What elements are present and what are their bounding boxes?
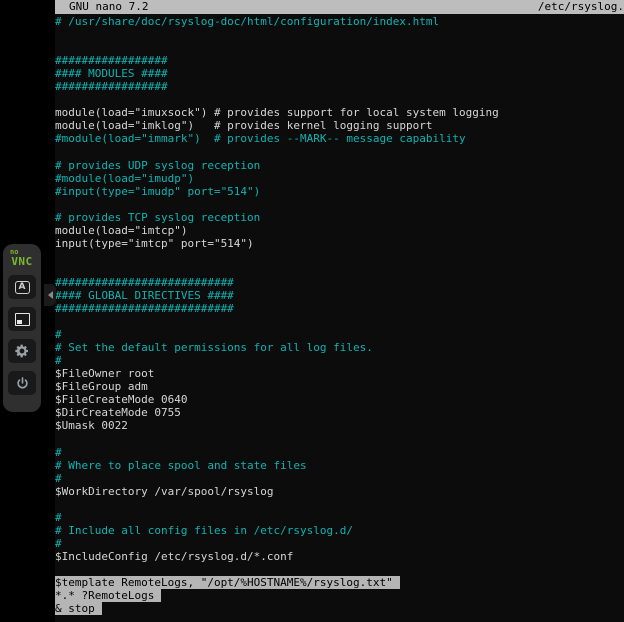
terminal-window[interactable]: GNU nano 7.2 /etc/rsyslog. # /usr/share/… [55,0,624,622]
editor-line [55,145,624,158]
editor-line: module(load="imtcp") [55,224,624,237]
editor-line: input(type="imtcp" port="514") [55,237,624,250]
editor-line [55,263,624,276]
editor-line [55,498,624,511]
editor-line: # [55,472,624,485]
settings-button[interactable] [8,339,36,363]
editor-line: #### GLOBAL DIRECTIVES #### [55,289,624,302]
editor-line: ########################### [55,302,624,315]
novnc-control-bar: no VNC A [3,244,41,412]
editor-line: # Where to place spool and state files [55,459,624,472]
fullscreen-icon [15,313,30,326]
editor-line [55,28,624,41]
novnc-logo: no VNC [3,249,41,267]
chevron-left-icon [48,291,53,299]
editor-line: $template RemoteLogs, "/opt/%HOSTNAME%/r… [55,576,624,589]
editor-content[interactable]: # /usr/share/doc/rsyslog-doc/html/config… [55,14,624,615]
editor-line: #input(type="imudp" port="514") [55,185,624,198]
editor-line: # /usr/share/doc/rsyslog-doc/html/config… [55,15,624,28]
editor-line [55,315,624,328]
editor-line: # provides TCP syslog reception [55,211,624,224]
editor-line: #module(load="imudp") [55,172,624,185]
editor-line [55,93,624,106]
editor-line: $WorkDirectory /var/spool/rsyslog [55,485,624,498]
nano-filename: /etc/rsyslog. [538,0,624,14]
editor-line: ################# [55,80,624,93]
editor-line [55,198,624,211]
editor-line [55,41,624,54]
clipboard-button[interactable]: A [8,275,36,299]
editor-line: $FileCreateMode 0640 [55,393,624,406]
editor-line: # [55,511,624,524]
fullscreen-button[interactable] [8,307,36,331]
editor-line: # [55,328,624,341]
control-bar-handle[interactable] [44,284,56,306]
editor-line: $Umask 0022 [55,419,624,432]
editor-line: #### MODULES #### [55,67,624,80]
editor-line [55,250,624,263]
nano-titlebar: GNU nano 7.2 /etc/rsyslog. [55,0,624,14]
editor-line [55,433,624,446]
editor-line: ########################### [55,276,624,289]
editor-line: $DirCreateMode 0755 [55,406,624,419]
editor-line: $FileGroup adm [55,380,624,393]
clipboard-icon: A [15,281,30,294]
editor-line: $IncludeConfig /etc/rsyslog.d/*.conf [55,550,624,563]
editor-line: # [55,537,624,550]
editor-line [55,563,624,576]
editor-line: #module(load="immark") # provides --MARK… [55,132,624,145]
editor-line: # provides UDP syslog reception [55,159,624,172]
editor-line: *.* ?RemoteLogs [55,589,624,602]
editor-line: # Include all config files in /etc/rsysl… [55,524,624,537]
editor-line: # Set the default permissions for all lo… [55,341,624,354]
nano-version: GNU nano 7.2 [55,0,148,14]
editor-line: $FileOwner root [55,367,624,380]
editor-line: # [55,446,624,459]
gear-icon [14,343,30,359]
editor-line: & stop [55,602,624,615]
novnc-logo-vnc: VNC [3,256,41,267]
editor-line: ################# [55,54,624,67]
power-button[interactable] [8,371,36,395]
power-icon [15,376,30,391]
editor-line: # [55,354,624,367]
editor-line: module(load="imuxsock") # provides suppo… [55,106,624,119]
editor-line: module(load="imklog") # provides kernel … [55,119,624,132]
